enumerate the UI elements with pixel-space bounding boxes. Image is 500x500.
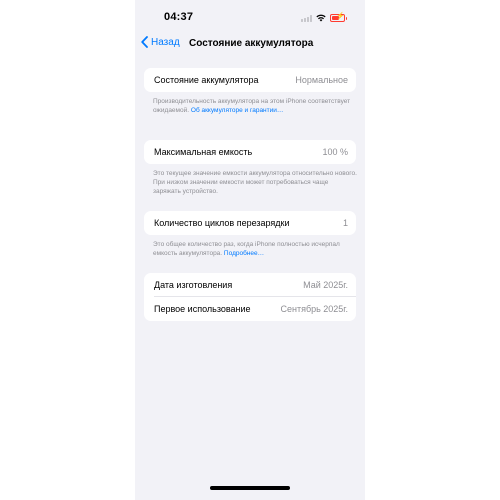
status-bar: 04:37 ⚡ <box>135 11 365 25</box>
charging-bolt-icon: ⚡ <box>336 13 345 20</box>
battery-warranty-link[interactable]: Об аккумуляторе и гарантии… <box>191 107 284 114</box>
battery-low-icon: ⚡ <box>330 13 347 22</box>
battery-health-row[interactable]: Состояние аккумулятора Нормальное <box>144 68 356 92</box>
first-use-row: Первое использование Сентябрь 2025г. <box>144 297 356 321</box>
back-button-label: Назад <box>151 36 180 48</box>
home-indicator[interactable] <box>210 486 290 490</box>
cycle-count-more-link[interactable]: Подробнее… <box>224 250 264 257</box>
cycle-count-label: Количество циклов перезарядки <box>154 218 290 228</box>
max-capacity-footer: Это текущее значение емкости аккумулятор… <box>153 170 357 195</box>
wifi-icon <box>316 14 326 22</box>
cellular-signal-icon <box>301 14 312 22</box>
battery-health-label: Состояние аккумулятора <box>154 75 259 85</box>
max-capacity-group: Максимальная емкость 100 % <box>144 140 356 164</box>
first-use-value: Сентябрь 2025г. <box>280 304 348 314</box>
max-capacity-label: Максимальная емкость <box>154 147 253 157</box>
cycle-count-row: Количество циклов перезарядки 1 <box>144 211 356 235</box>
manufacture-date-value: Май 2025г. <box>303 280 348 290</box>
status-time: 04:37 <box>164 11 194 23</box>
battery-health-value: Нормальное <box>295 75 348 85</box>
cycle-count-value: 1 <box>342 218 348 228</box>
status-icons: ⚡ <box>301 13 347 22</box>
manufacture-date-row: Дата изготовления Май 2025г. <box>144 273 356 297</box>
max-capacity-row: Максимальная емкость 100 % <box>144 140 356 164</box>
manufacture-date-label: Дата изготовления <box>154 280 233 290</box>
cycle-count-group: Количество циклов перезарядки 1 <box>144 211 356 235</box>
navigation-bar: Назад Состояние аккумулятора <box>135 36 365 54</box>
phone-screen: 04:37 ⚡ Назад Состояние аккумулятора Сос… <box>135 0 365 500</box>
cycle-count-footer: Это общее количество раз, когда iPhone п… <box>153 240 358 258</box>
back-button[interactable]: Назад <box>141 36 180 48</box>
chevron-left-icon <box>141 36 148 48</box>
first-use-label: Первое использование <box>154 304 251 314</box>
dates-group: Дата изготовления Май 2025г. Первое испо… <box>144 273 356 321</box>
page-title: Состояние аккумулятора <box>189 38 314 49</box>
max-capacity-value: 100 % <box>322 147 348 157</box>
battery-health-group: Состояние аккумулятора Нормальное <box>144 68 356 92</box>
battery-health-footer: Производительность аккумулятора на этом … <box>153 97 358 115</box>
